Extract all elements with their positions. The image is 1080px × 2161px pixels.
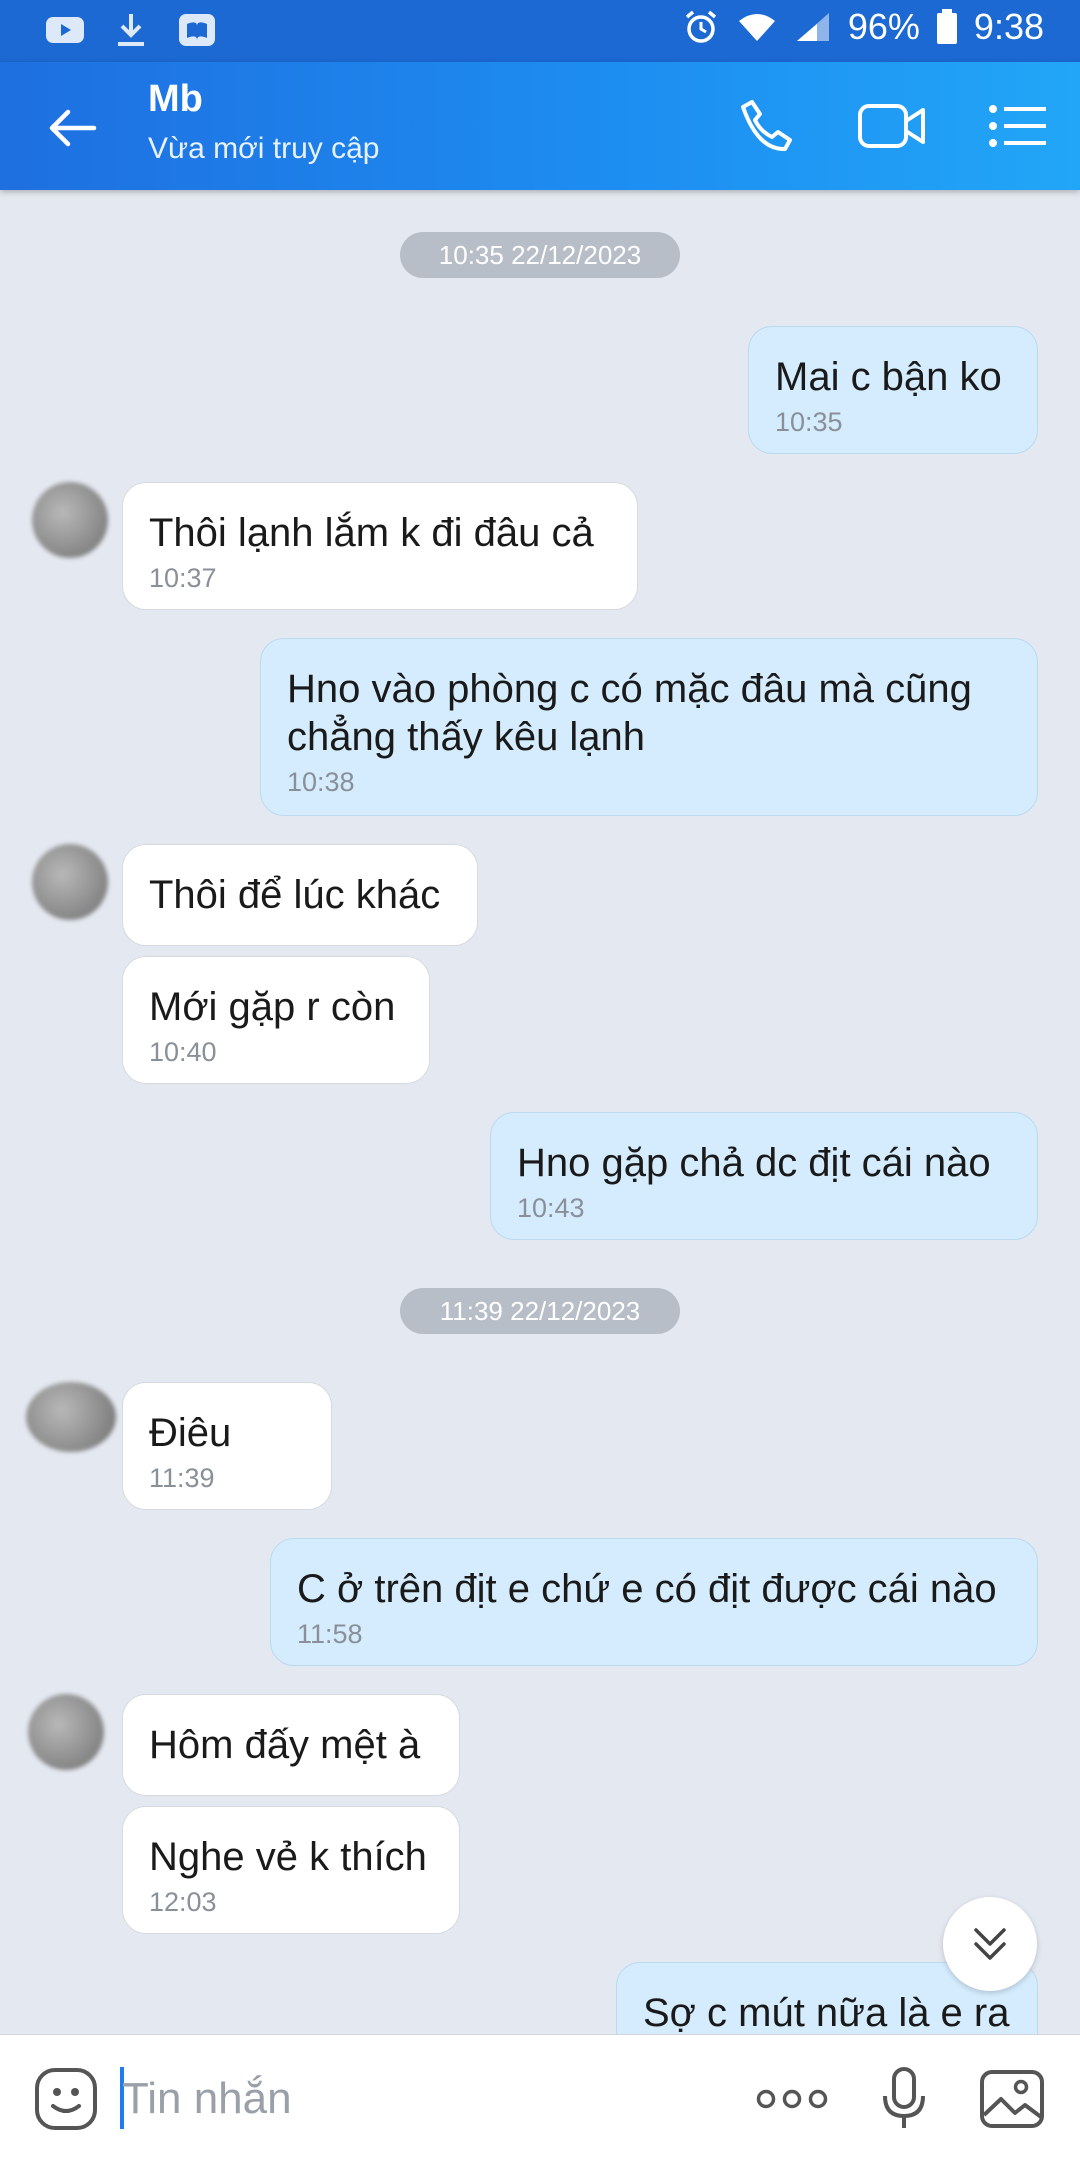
message-text: Thôi để lúc khác <box>149 873 441 917</box>
gallery-button[interactable] <box>974 2061 1050 2137</box>
signal-icon <box>792 9 834 45</box>
voice-call-button[interactable] <box>726 90 806 162</box>
message-time: 10:43 <box>517 1193 585 1223</box>
message-input[interactable] <box>120 2063 724 2135</box>
date-separator: 11:39 22/12/2023 <box>400 1288 680 1334</box>
more-dots-icon <box>756 2089 828 2109</box>
emoji-icon <box>35 2068 97 2130</box>
image-icon <box>980 2070 1044 2128</box>
contact-status: Vừa mới truy cập <box>148 132 380 165</box>
message-incoming[interactable]: Thôi để lúc khác <box>122 844 478 946</box>
message-text: Mới gặp r còn <box>149 985 396 1029</box>
wifi-icon <box>736 9 778 45</box>
double-chevron-down-icon <box>974 1928 1006 1960</box>
battery-percent: 96% <box>847 6 920 47</box>
message-list[interactable]: 10:35 22/12/2023 Mai c bận ko 10:35 Thôi… <box>0 190 1080 2034</box>
message-incoming[interactable]: Điêu 11:39 <box>122 1382 332 1510</box>
message-text: Mai c bận ko <box>775 355 1002 399</box>
chat-header: Mb Vừa mới truy cập <box>0 62 1080 190</box>
message-time: 11:39 <box>149 1463 215 1493</box>
microphone-icon <box>883 2067 925 2128</box>
message-time: 12:03 <box>149 1887 217 1917</box>
phone-icon <box>741 100 792 152</box>
youtube-icon <box>44 12 86 48</box>
back-arrow-icon <box>49 109 97 147</box>
message-text: C ở trên địt e chứ e có địt được cái nào <box>297 1567 997 1611</box>
message-time: 10:38 <box>287 767 355 797</box>
message-incoming[interactable]: Mới gặp r còn 10:40 <box>122 956 430 1084</box>
message-text: Hôm đấy mệt à <box>149 1723 421 1767</box>
message-text: Hno vào phòng c có mặc đâu mà cũng chẳng… <box>287 667 972 759</box>
video-camera-icon <box>858 104 925 148</box>
avatar[interactable] <box>32 482 108 558</box>
message-outgoing[interactable]: Mai c bận ko 10:35 <box>748 326 1038 454</box>
download-icon <box>110 12 152 48</box>
message-time: 10:40 <box>149 1037 217 1067</box>
menu-button[interactable] <box>978 90 1058 162</box>
message-text: Điêu <box>149 1411 232 1455</box>
sticker-button[interactable] <box>28 2061 104 2137</box>
avatar[interactable] <box>28 1694 104 1770</box>
scroll-to-bottom-button[interactable] <box>943 1897 1037 1991</box>
message-outgoing[interactable]: C ở trên địt e chứ e có địt được cái nào… <box>270 1538 1038 1666</box>
avatar[interactable] <box>26 1382 116 1452</box>
message-text: Hno gặp chả dc địt cái nào <box>517 1141 991 1185</box>
more-options-button[interactable] <box>754 2061 830 2137</box>
alarm-icon <box>680 9 722 45</box>
battery-icon <box>934 9 960 45</box>
voice-message-button[interactable] <box>866 2061 942 2137</box>
message-outgoing[interactable]: Hno vào phòng c có mặc đâu mà cũng chẳng… <box>260 638 1038 816</box>
avatar[interactable] <box>32 844 108 920</box>
message-incoming[interactable]: Nghe vẻ k thích 12:03 <box>122 1806 460 1934</box>
message-time: 11:58 <box>297 1619 363 1649</box>
message-incoming[interactable]: Hôm đấy mệt à <box>122 1694 460 1796</box>
message-incoming[interactable]: Thôi lạnh lắm k đi đâu cả 10:37 <box>122 482 638 610</box>
composer <box>0 2034 1080 2161</box>
message-time: 10:37 <box>149 563 217 593</box>
list-menu-icon <box>989 105 1046 147</box>
status-bar: 96% 9:38 <box>0 0 1080 62</box>
clock: 9:38 <box>973 6 1044 47</box>
message-text: Sợ c mút nữa là e ra <box>643 1991 1010 2034</box>
message-time: 10:35 <box>775 407 843 437</box>
back-button[interactable] <box>36 92 108 164</box>
contact-name[interactable]: Mb <box>148 78 203 121</box>
message-text: Thôi lạnh lắm k đi đâu cả <box>149 511 594 555</box>
message-text: Nghe vẻ k thích <box>149 1835 427 1879</box>
message-outgoing[interactable]: Hno gặp chả dc địt cái nào 10:43 <box>490 1112 1038 1240</box>
video-call-button[interactable] <box>852 90 932 162</box>
book-icon <box>176 12 218 48</box>
date-separator: 10:35 22/12/2023 <box>400 232 680 278</box>
